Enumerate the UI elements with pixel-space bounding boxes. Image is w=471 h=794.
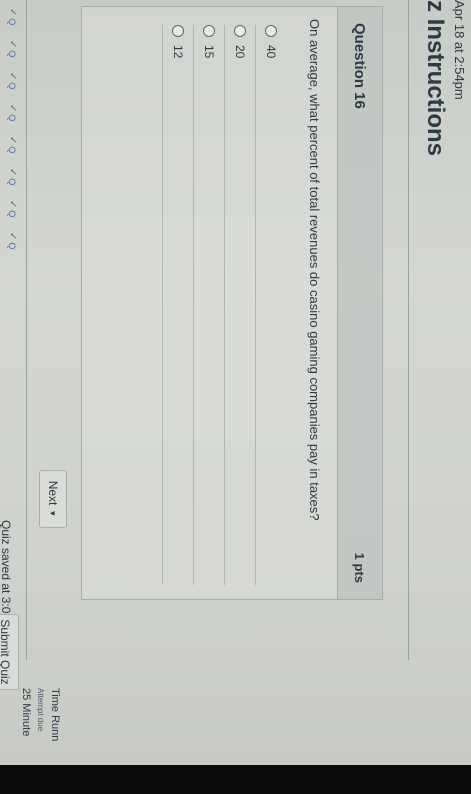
next-button[interactable]: Next ▼ (39, 470, 67, 528)
radio-button[interactable] (203, 25, 215, 37)
footer-divider (26, 0, 27, 660)
answer-label: 40 (264, 45, 278, 59)
question-title: Question 16 (351, 23, 369, 109)
question-link[interactable]: ✓ Q (7, 40, 18, 57)
radio-button[interactable] (265, 25, 277, 37)
radio-button[interactable] (172, 25, 184, 37)
checkmark-icon: ✓ (7, 40, 18, 49)
answer-option-20[interactable]: 20 (224, 25, 255, 585)
question-card: Question 16 1 pts On average, what perce… (81, 6, 383, 600)
question-link[interactable]: ✓ Q (7, 136, 18, 153)
question-link[interactable]: ✓ Q (7, 232, 18, 249)
caret-down-icon: ▼ (48, 509, 58, 518)
question-nav: ✓ Q ✓ Q ✓ Q ✓ Q ✓ Q ✓ Q ✓ Q ✓ Q (0, 0, 20, 794)
answer-label: 20 (233, 45, 247, 59)
question-header: Question 16 1 pts (337, 7, 382, 599)
page-title: z Instructions (422, 0, 449, 157)
checkmark-icon: ✓ (7, 104, 18, 113)
title-divider (408, 0, 409, 660)
quiz-page: Apr 18 at 2:54pm z Instructions Question… (0, 0, 471, 794)
checkmark-icon: ✓ (7, 168, 18, 177)
due-date: Apr 18 at 2:54pm (452, 0, 467, 100)
question-link[interactable]: ✓ Q (7, 72, 18, 89)
question-link[interactable]: ✓ Q (7, 168, 18, 185)
question-link[interactable]: ✓ Q (7, 8, 18, 25)
checkmark-icon: ✓ (7, 200, 18, 209)
checkmark-icon: ✓ (7, 8, 18, 17)
photo-border (0, 765, 471, 794)
answer-list: 40 20 15 12 (162, 25, 286, 585)
checkmark-icon: ✓ (7, 72, 18, 81)
checkmark-icon: ✓ (7, 232, 18, 241)
question-link[interactable]: ✓ Q (7, 104, 18, 121)
answer-option-40[interactable]: 40 (255, 25, 286, 585)
checkmark-icon: ✓ (7, 136, 18, 145)
next-label: Next (46, 480, 60, 506)
answer-label: 15 (202, 45, 216, 59)
answer-option-15[interactable]: 15 (193, 25, 224, 585)
question-link[interactable]: ✓ Q (7, 200, 18, 217)
answer-label: 12 (171, 45, 185, 59)
radio-button[interactable] (234, 25, 246, 37)
screen-frame: Apr 18 at 2:54pm z Instructions Question… (0, 0, 471, 794)
question-points: 1 pts (352, 552, 368, 583)
answer-option-12[interactable]: 12 (162, 25, 193, 585)
question-text: On average, what percent of total revenu… (307, 19, 322, 521)
